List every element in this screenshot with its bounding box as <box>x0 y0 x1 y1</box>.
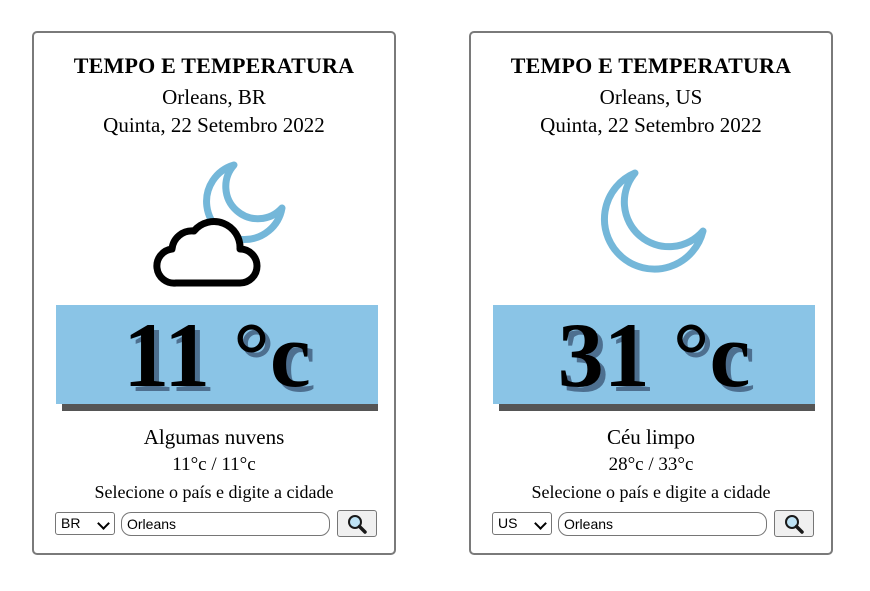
weather-description: Algumas nuvens <box>143 425 285 449</box>
cloud-moon-icon <box>34 153 394 303</box>
moon-icon <box>471 153 831 303</box>
weather-description: Céu limpo <box>606 425 696 449</box>
temperature-display: 31 °c <box>493 305 815 404</box>
chevron-down-icon <box>97 517 110 530</box>
temperature-display: 11 °c <box>56 305 378 404</box>
city-input-value: Orleans <box>127 516 177 532</box>
city-input[interactable]: Orleans <box>121 512 330 536</box>
min-max-temperature: 28°c / 33°c <box>608 454 694 475</box>
instruction-text: Selecione o país e digite a cidade <box>94 482 334 502</box>
date-label: Quinta, 22 Setembro 2022 <box>540 113 762 137</box>
date-label: Quinta, 22 Setembro 2022 <box>103 113 325 137</box>
card-title: TEMPO E TEMPERATURA <box>73 53 355 78</box>
temperature-value: 31 °c <box>557 303 751 406</box>
instruction-text: Selecione o país e digite a cidade <box>531 482 771 502</box>
search-controls: US Orleans <box>492 510 816 537</box>
location-label: Orleans, US <box>599 85 703 109</box>
location-label: Orleans, BR <box>162 85 266 109</box>
min-max-temperature: 11°c / 11°c <box>172 454 256 475</box>
city-input-value: Orleans <box>564 516 614 532</box>
country-select[interactable]: BR <box>55 512 115 535</box>
country-select-value: BR <box>61 515 81 531</box>
magnifier-icon <box>785 514 804 534</box>
search-button[interactable] <box>337 510 377 537</box>
chevron-down-icon <box>534 517 547 530</box>
magnifier-icon <box>348 514 367 534</box>
country-select[interactable]: US <box>492 512 552 535</box>
country-select-value: US <box>498 515 518 531</box>
weather-card-br: TEMPO E TEMPERATURA Orleans, BR Quinta, … <box>32 31 396 555</box>
weather-card-us: TEMPO E TEMPERATURA Orleans, US Quinta, … <box>469 31 833 555</box>
search-controls: BR Orleans <box>55 510 379 537</box>
city-input[interactable]: Orleans <box>558 512 767 536</box>
search-button[interactable] <box>774 510 814 537</box>
temperature-value: 11 °c <box>123 303 311 406</box>
card-title: TEMPO E TEMPERATURA <box>510 53 792 78</box>
